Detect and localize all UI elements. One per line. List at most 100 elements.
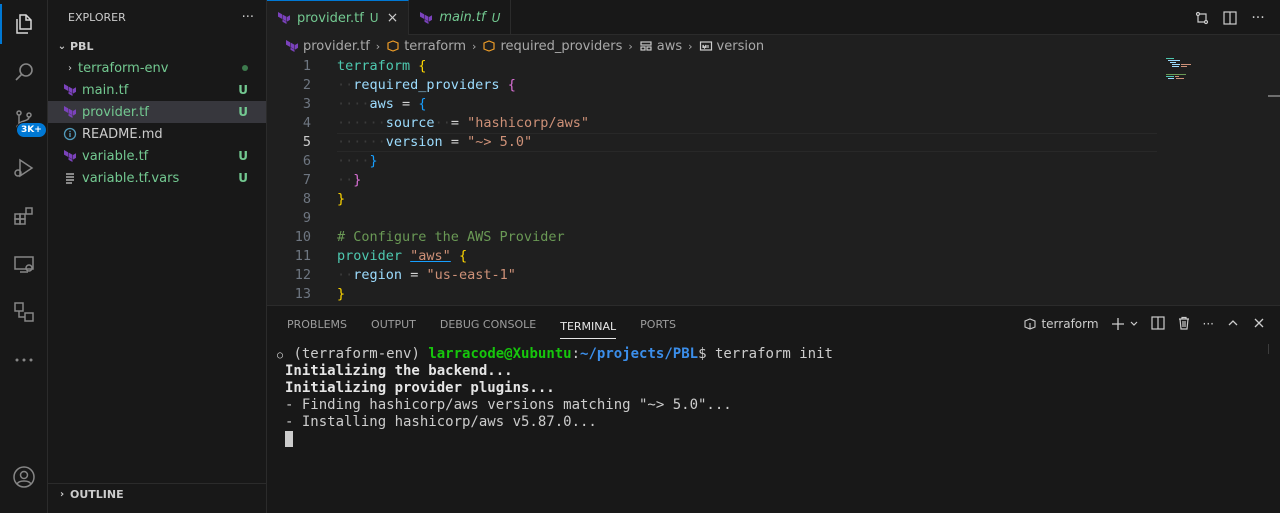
breadcrumb-file[interactable]: provider.tf [285, 39, 370, 54]
terminal-profile-icon [1024, 318, 1037, 330]
untracked-status: U [238, 105, 248, 119]
close-panel-icon[interactable] [1252, 316, 1266, 333]
terminal-name: terraform [1041, 317, 1099, 331]
tab-main-tf[interactable]: main.tf U [409, 0, 512, 35]
code-token: required_providers [353, 77, 500, 93]
code-token: = [450, 115, 459, 131]
code-line: 3 ····aws = { [267, 95, 1267, 114]
tree-item-terraform-env[interactable]: › terraform-env [48, 57, 266, 79]
terminal-text: Initializing the backend... [285, 363, 513, 379]
editor-group: provider.tf U × main.tf U ··· provider.t… [267, 0, 1280, 305]
new-terminal-button[interactable] [1111, 317, 1139, 331]
terminal-scrollbar[interactable] [1268, 344, 1280, 354]
split-terminal-icon[interactable] [1150, 315, 1165, 333]
tab-debug-console[interactable]: DEBUG CONSOLE [440, 306, 536, 342]
workspace-root[interactable]: ⌄ PBL [48, 35, 266, 57]
scrollbar-marker[interactable] [1268, 95, 1280, 97]
terminal-text: Initializing provider plugins... [285, 380, 555, 396]
breadcrumb-aws[interactable]: aws [639, 39, 682, 54]
tab-terminal[interactable]: TERMINAL [560, 315, 617, 339]
maximize-panel-icon[interactable] [1226, 316, 1240, 333]
tree-item-readme[interactable]: README.md [48, 123, 266, 145]
code-token: { [418, 58, 427, 74]
tab-provider-tf[interactable]: provider.tf U × [267, 0, 410, 35]
more-icon[interactable] [0, 340, 48, 380]
tree-item-main-tf[interactable]: main.tf U [48, 79, 266, 101]
run-debug-icon[interactable] [0, 148, 48, 188]
code-comment: # Configure the AWS Provider [337, 229, 565, 245]
tree-item-variable-tf-vars[interactable]: variable.tf.vars U [48, 167, 266, 189]
line-number: 12 [294, 267, 311, 283]
tree-item-provider-tf[interactable]: provider.tf U [48, 101, 266, 123]
minimap[interactable] [1166, 57, 1198, 87]
close-icon[interactable]: × [387, 10, 399, 26]
tree-item-variable-tf[interactable]: variable.tf U [48, 145, 266, 167]
terraform-icon [277, 11, 291, 25]
breadcrumb-version[interactable]: version [699, 39, 764, 54]
account-icon[interactable] [0, 457, 48, 497]
tab-output[interactable]: OUTPUT [371, 306, 416, 342]
code-token: "us-east-1" [426, 267, 516, 283]
search-icon[interactable] [0, 52, 48, 92]
breadcrumb-required-providers[interactable]: required_providers [482, 39, 622, 54]
breadcrumb-label: required_providers [500, 38, 623, 54]
code-token: provider [337, 248, 403, 264]
tab-problems[interactable]: PROBLEMS [287, 306, 347, 342]
outline-section[interactable]: › OUTLINE [48, 483, 266, 505]
editor-tabs: provider.tf U × main.tf U ··· [267, 0, 1280, 35]
code-token: { [507, 77, 516, 93]
tree-item-label: main.tf [82, 82, 129, 98]
remote-explorer-icon[interactable] [0, 244, 48, 284]
more-actions-icon[interactable]: ··· [1250, 10, 1266, 26]
code-editor[interactable]: 1 terraform { 2 ··required_providers { 3 ··… [267, 57, 1267, 304]
code-line: 12 ··region = "us-east-1" [267, 266, 1267, 285]
breadcrumb-terraform[interactable]: terraform [386, 39, 466, 54]
sidebar-more-button[interactable]: ··· [242, 10, 254, 25]
untracked-status: U [238, 149, 248, 163]
breadcrumb-label: aws [656, 38, 683, 54]
code-token: "~> 5.0" [467, 134, 533, 150]
terminal-line: - Finding hashicorp/aws versions matchin… [275, 397, 833, 414]
workspace-root-label: PBL [70, 39, 94, 53]
line-number: 4 [302, 115, 311, 131]
prompt-env: (terraform-env) [293, 346, 420, 362]
terminal-line: Initializing the backend... [275, 363, 833, 380]
trash-icon[interactable] [1177, 316, 1191, 333]
chevron-right-icon: › [59, 489, 65, 500]
line-number: 5 [302, 134, 311, 150]
untracked-status: U [238, 171, 248, 185]
line-number: 6 [302, 153, 311, 169]
line-number: 1 [302, 58, 311, 74]
extensions-icon[interactable] [0, 196, 48, 236]
tab-status: U [491, 10, 501, 25]
terminal-cursor [285, 431, 293, 447]
symbol-module-icon [483, 40, 496, 52]
explorer-icon[interactable] [0, 4, 48, 44]
modified-dot-icon [242, 65, 248, 71]
chevron-right-icon: › [472, 39, 477, 53]
compare-changes-icon[interactable] [1194, 10, 1210, 26]
tree-item-label: variable.tf [82, 148, 149, 164]
terraform-icon [62, 82, 78, 98]
terminal-text: - Installing hashicorp/aws v5.87.0... [285, 414, 597, 430]
code-token: } [337, 286, 346, 302]
editor-actions: ··· [1194, 0, 1266, 35]
code-line: 4 ······source··= "hashicorp/aws" [267, 114, 1267, 133]
terminal-selector[interactable]: terraform [1023, 317, 1099, 331]
code-line-current: 5 ······version = "~> 5.0" [267, 133, 1267, 152]
terminal-output[interactable]: ○ (terraform-env) larracode@Xubuntu:~/pr… [275, 346, 833, 448]
breadcrumb-label: terraform [404, 38, 467, 54]
line-number: 2 [302, 77, 311, 93]
tree-item-label: variable.tf.vars [82, 170, 180, 186]
terminal-line: - Installing hashicorp/aws v5.87.0... [275, 414, 833, 431]
sidebar-header: EXPLORER ··· [48, 0, 266, 35]
tab-ports[interactable]: PORTS [640, 306, 676, 342]
code-token: = [410, 267, 419, 283]
source-control-icon[interactable]: 3K+ [0, 100, 48, 140]
split-editor-icon[interactable] [1222, 10, 1238, 26]
code-line: 10 # Configure the AWS Provider [267, 228, 1267, 247]
testing-icon[interactable] [0, 292, 48, 332]
code-line: 9 [267, 209, 1267, 228]
more-actions-icon[interactable]: ··· [1203, 317, 1214, 331]
plus-icon [1111, 318, 1124, 330]
